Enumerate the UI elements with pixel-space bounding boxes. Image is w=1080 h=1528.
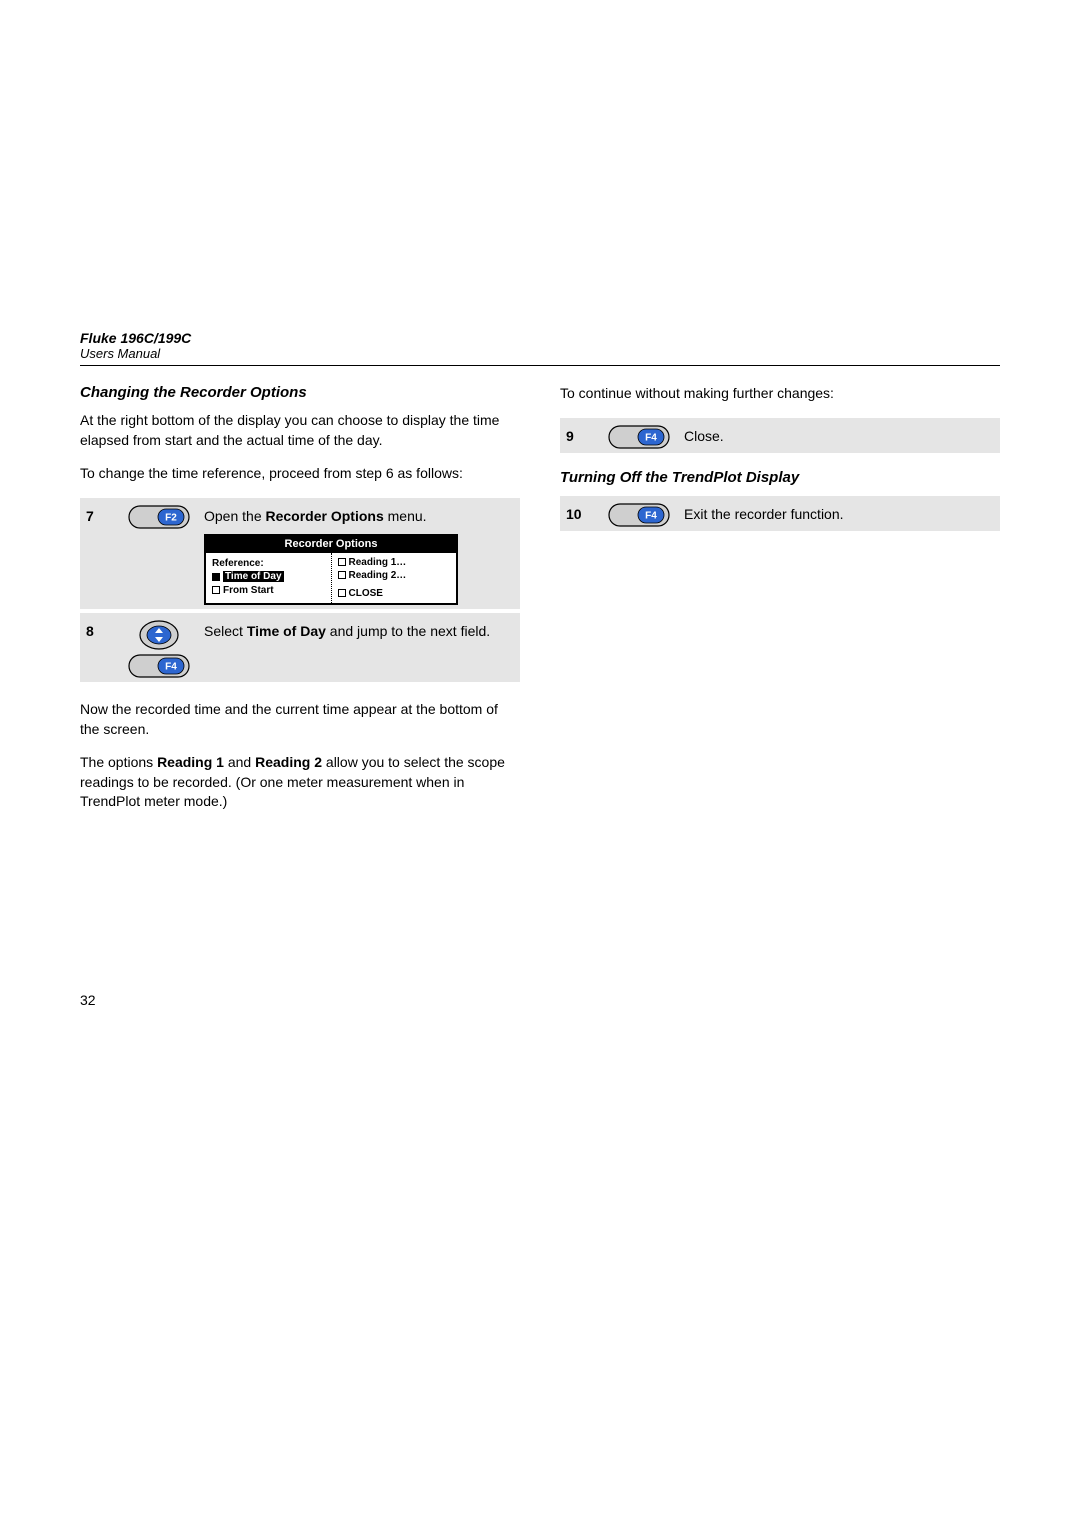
f4-key-icon: F4 (608, 503, 670, 527)
opt-close[interactable]: CLOSE (338, 587, 451, 601)
f2-key-icon: F2 (128, 505, 190, 529)
step-9-text: Close. (684, 422, 994, 446)
right-column: To continue without making further chang… (560, 384, 1000, 826)
opt-reading-1[interactable]: Reading 1… (338, 556, 451, 570)
arrow-up-down-icon (139, 620, 179, 650)
right-intro: To continue without making further chang… (560, 384, 1000, 404)
reference-label: Reference: (212, 558, 264, 569)
para-intro-1: At the right bottom of the display you c… (80, 411, 520, 450)
step-number: 7 (86, 502, 114, 524)
step-number: 10 (566, 500, 594, 522)
header: Fluke 196C/199C Users Manual (80, 330, 1000, 366)
step-number: 9 (566, 422, 594, 444)
para-intro-2: To change the time reference, proceed fr… (80, 464, 520, 484)
opt-from-start[interactable]: From Start (212, 584, 325, 598)
step-9-row: 9 F4 Close. (560, 418, 1000, 453)
manual-label: Users Manual (80, 346, 1000, 361)
section-title-recorder-options: Changing the Recorder Options (80, 384, 520, 401)
step-10-row: 10 F4 Exit the recorder function. (560, 496, 1000, 531)
step-7-text: Open the Recorder Options menu. Recorder… (204, 502, 514, 605)
svg-text:F2: F2 (165, 512, 177, 523)
opt-reading-2[interactable]: Reading 2… (338, 569, 451, 583)
svg-text:F4: F4 (645, 432, 657, 443)
step-8-text: Select Time of Day and jump to the next … (204, 617, 514, 641)
f4-key-icon: F4 (608, 425, 670, 449)
step-number: 8 (86, 617, 114, 639)
recorder-options-menu: Recorder Options Reference: Time of Day … (204, 534, 458, 605)
para-readings: The options Reading 1 and Reading 2 allo… (80, 753, 520, 812)
page-number: 32 (80, 992, 96, 1008)
svg-text:F4: F4 (645, 510, 657, 521)
para-after-steps: Now the recorded time and the current ti… (80, 700, 520, 739)
product-name: Fluke 196C/199C (80, 330, 1000, 346)
step-7-row: 7 F2 Open the Recorder Options menu. Rec… (80, 498, 520, 609)
svg-text:F4: F4 (165, 662, 177, 673)
section-title-turn-off: Turning Off the TrendPlot Display (560, 469, 1000, 486)
opt-time-of-day[interactable]: Time of Day (212, 570, 325, 584)
left-column: Changing the Recorder Options At the rig… (80, 384, 520, 826)
f4-key-icon: F4 (128, 654, 190, 678)
recorder-menu-title: Recorder Options (206, 536, 456, 553)
step-10-text: Exit the recorder function. (684, 500, 994, 524)
step-8-row: 8 F4 (80, 613, 520, 682)
